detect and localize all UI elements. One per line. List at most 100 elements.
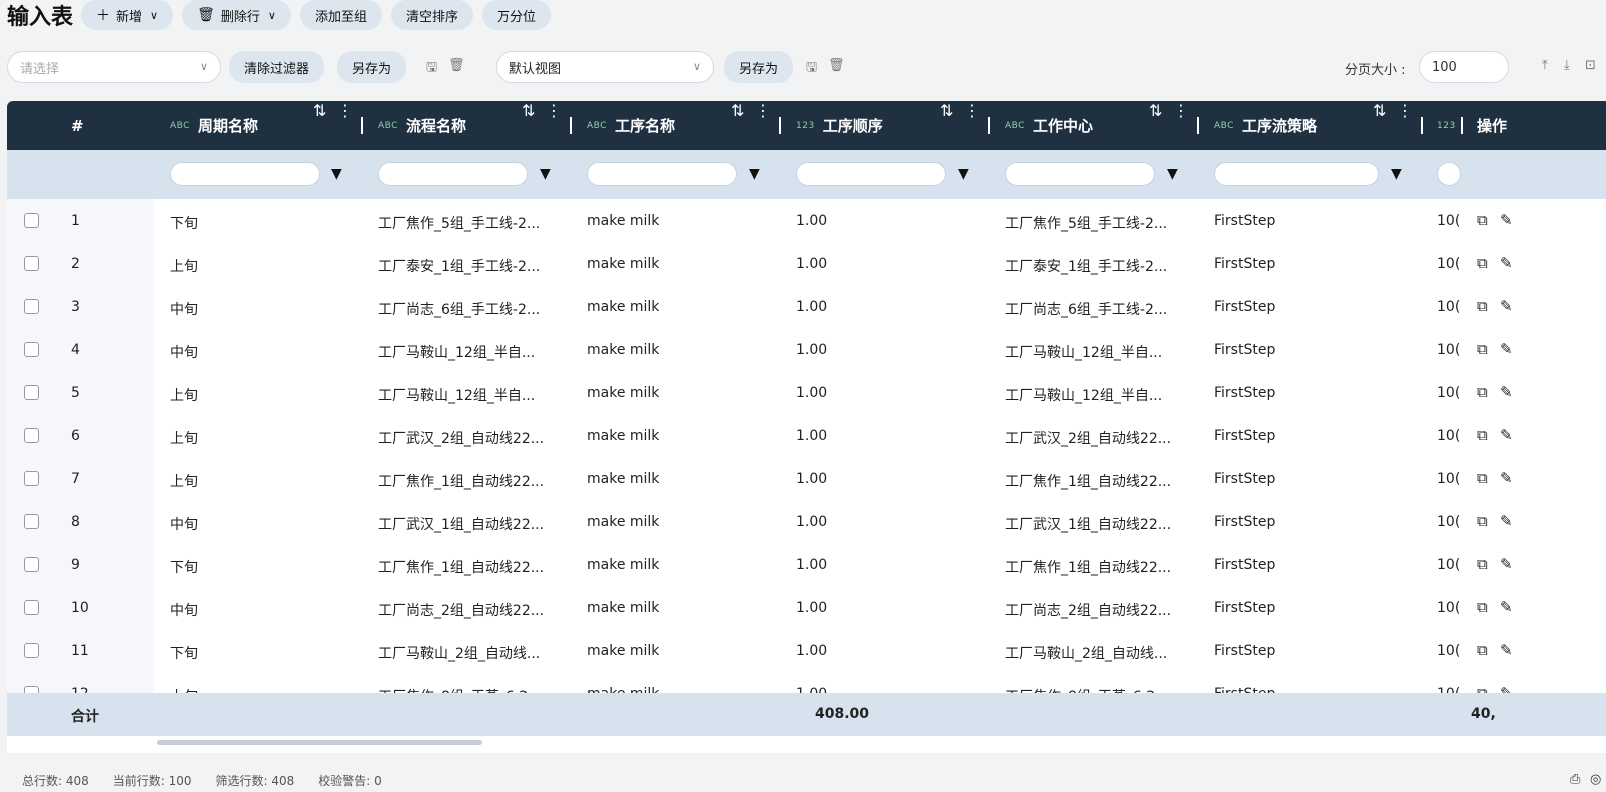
edit-icon[interactable]: ✎	[1500, 512, 1513, 530]
column-header-flow[interactable]: ABC 流程名称	[378, 101, 466, 150]
table-row[interactable]: 10 中旬 工厂尚志_2组_自动线22... make milk 1.00 工厂尚志_2组…	[7, 586, 1606, 629]
table-row[interactable]: 5 上旬 工厂马鞍山_12组_半自... make milk 1.00 工厂马鞍山_12组…	[7, 371, 1606, 414]
column-header-period[interactable]: ABC 周期名称	[170, 101, 258, 150]
view-select[interactable]: 默认视图 ∨	[496, 51, 714, 83]
table-row[interactable]: 9 下旬 工厂焦作_1组_自动线22... make milk 1.00 工厂焦作_1组_…	[7, 543, 1606, 586]
row-checkbox[interactable]	[24, 643, 39, 658]
table-row[interactable]: 11 下旬 工厂马鞍山_2组_自动线... make milk 1.00 工厂马鞍山_2组…	[7, 629, 1606, 672]
sort-icon[interactable]: ⇅	[731, 101, 744, 120]
table-row[interactable]: 7 上旬 工厂焦作_1组_自动线22... make milk 1.00 工厂焦作_1组_…	[7, 457, 1606, 500]
edit-icon[interactable]: ✎	[1500, 469, 1513, 487]
row-checkbox[interactable]	[24, 557, 39, 572]
add-button[interactable]: ＋ 新增 ∨	[81, 0, 174, 30]
row-checkbox[interactable]	[24, 385, 39, 400]
row-checkbox[interactable]	[24, 514, 39, 529]
save-icon[interactable]: 🖫	[806, 58, 817, 80]
column-header-center[interactable]: ABC 工作中心	[1005, 101, 1093, 150]
copy-icon[interactable]: ⧉	[1477, 684, 1488, 693]
export-icon[interactable]: ⎙	[1570, 772, 1580, 787]
column-menu-icon[interactable]: ⋮	[755, 101, 771, 120]
column-filter-input-center[interactable]	[1005, 162, 1155, 186]
edit-icon[interactable]: ✎	[1500, 555, 1513, 573]
edit-icon[interactable]: ✎	[1500, 684, 1513, 693]
trash-icon[interactable]: 🗑	[828, 58, 845, 73]
column-header-process[interactable]: ABC 工序名称	[587, 101, 675, 150]
table-row[interactable]: 1 下旬 工厂焦作_5组_手工线-2... make milk 1.00 工厂焦作_5组_…	[7, 199, 1606, 242]
edit-icon[interactable]: ✎	[1500, 211, 1513, 229]
column-resize-handle[interactable]	[779, 117, 781, 134]
filter-funnel-icon[interactable]: ▼	[540, 166, 551, 182]
sort-icon[interactable]: ⇅	[1149, 101, 1162, 120]
copy-icon[interactable]: ⧉	[1477, 598, 1488, 616]
row-checkbox[interactable]	[24, 299, 39, 314]
column-resize-handle[interactable]	[1197, 117, 1199, 134]
row-checkbox[interactable]	[24, 342, 39, 357]
clear-sort-button[interactable]: 清空排序	[390, 0, 473, 30]
column-filter-input-strategy[interactable]	[1214, 162, 1379, 186]
table-row[interactable]: 2 上旬 工厂泰安_1组_手工线-2... make milk 1.00 工厂泰安_1组_…	[7, 242, 1606, 285]
permyriad-button[interactable]: 万分位	[481, 0, 551, 30]
row-checkbox[interactable]	[24, 428, 39, 443]
column-header-ops[interactable]: 操作	[1477, 101, 1507, 150]
column-menu-icon[interactable]: ⋮	[1397, 101, 1413, 120]
delete-row-button[interactable]: 🗑 删除行 ∨	[182, 0, 291, 30]
column-resize-handle[interactable]	[361, 117, 363, 134]
column-resize-handle[interactable]	[1461, 117, 1463, 134]
copy-icon[interactable]: ⧉	[1477, 641, 1488, 659]
add-to-group-button[interactable]: 添加至组	[299, 0, 382, 30]
table-row[interactable]: 4 中旬 工厂马鞍山_12组_半自... make milk 1.00 工厂马鞍山_12组…	[7, 328, 1606, 371]
edit-icon[interactable]: ✎	[1500, 340, 1513, 358]
save-as-filter-button[interactable]: 另存为	[337, 51, 407, 83]
column-filter-input-process[interactable]	[587, 162, 737, 186]
hide-icon[interactable]: ◎	[1590, 772, 1601, 787]
column-header-order[interactable]: 123 工序顺序	[796, 101, 883, 150]
column-menu-icon[interactable]: ⋮	[546, 101, 562, 120]
copy-icon[interactable]: ⧉	[1477, 469, 1488, 487]
column-header-index[interactable]: #	[71, 101, 84, 150]
copy-icon[interactable]: ⧉	[1477, 555, 1488, 573]
trash-icon[interactable]: 🗑	[448, 58, 465, 73]
clear-filter-button[interactable]: 清除过滤器	[229, 51, 325, 83]
copy-icon[interactable]: ⧉	[1477, 340, 1488, 358]
table-row[interactable]: 8 中旬 工厂武汉_1组_自动线22... make milk 1.00 工厂武汉_1组_…	[7, 500, 1606, 543]
copy-icon[interactable]: ⧉	[1477, 211, 1488, 229]
edit-icon[interactable]: ✎	[1500, 598, 1513, 616]
download-icon[interactable]: ⤓	[1564, 58, 1570, 73]
column-menu-icon[interactable]: ⋮	[964, 101, 980, 120]
save-as-view-button[interactable]: 另存为	[724, 51, 794, 83]
column-header-num[interactable]: 123	[1437, 101, 1464, 150]
filter-funnel-icon[interactable]: ▼	[749, 166, 760, 182]
horizontal-scrollbar[interactable]	[157, 740, 482, 745]
sort-icon[interactable]: ⇅	[1373, 101, 1386, 120]
edit-icon[interactable]: ✎	[1500, 383, 1513, 401]
filter-funnel-icon[interactable]: ▼	[1167, 166, 1178, 182]
column-filter-input-num[interactable]	[1437, 162, 1461, 186]
row-checkbox[interactable]	[24, 686, 39, 693]
edit-icon[interactable]: ✎	[1500, 426, 1513, 444]
copy-icon[interactable]: ⧉	[1477, 383, 1488, 401]
table-row[interactable]: 12 上旬 工厂焦作_8组_干蒸_6.2... make milk 1.00 工厂焦作_8…	[7, 672, 1606, 693]
filter-funnel-icon[interactable]: ▼	[1391, 166, 1402, 182]
copy-icon[interactable]: ⧉	[1477, 254, 1488, 272]
collapse-icon[interactable]: ⊡	[1585, 58, 1596, 73]
sort-icon[interactable]: ⇅	[940, 101, 953, 120]
column-menu-icon[interactable]: ⋮	[1173, 101, 1189, 120]
column-header-strategy[interactable]: ABC 工序流策略	[1214, 101, 1317, 150]
copy-icon[interactable]: ⧉	[1477, 512, 1488, 530]
column-filter-input-order[interactable]	[796, 162, 946, 186]
sort-icon[interactable]: ⇅	[522, 101, 535, 120]
filter-funnel-icon[interactable]: ▼	[331, 166, 342, 182]
sort-icon[interactable]: ⇅	[313, 101, 326, 120]
row-checkbox[interactable]	[24, 213, 39, 228]
edit-icon[interactable]: ✎	[1500, 254, 1513, 272]
column-resize-handle[interactable]	[1421, 117, 1423, 134]
column-filter-input-period[interactable]	[170, 162, 320, 186]
column-resize-handle[interactable]	[988, 117, 990, 134]
copy-icon[interactable]: ⧉	[1477, 426, 1488, 444]
table-row[interactable]: 3 中旬 工厂尚志_6组_手工线-2... make milk 1.00 工厂尚志_6组_…	[7, 285, 1606, 328]
column-filter-input-flow[interactable]	[378, 162, 528, 186]
copy-icon[interactable]: ⧉	[1477, 297, 1488, 315]
edit-icon[interactable]: ✎	[1500, 641, 1513, 659]
row-checkbox[interactable]	[24, 600, 39, 615]
column-resize-handle[interactable]	[570, 117, 572, 134]
